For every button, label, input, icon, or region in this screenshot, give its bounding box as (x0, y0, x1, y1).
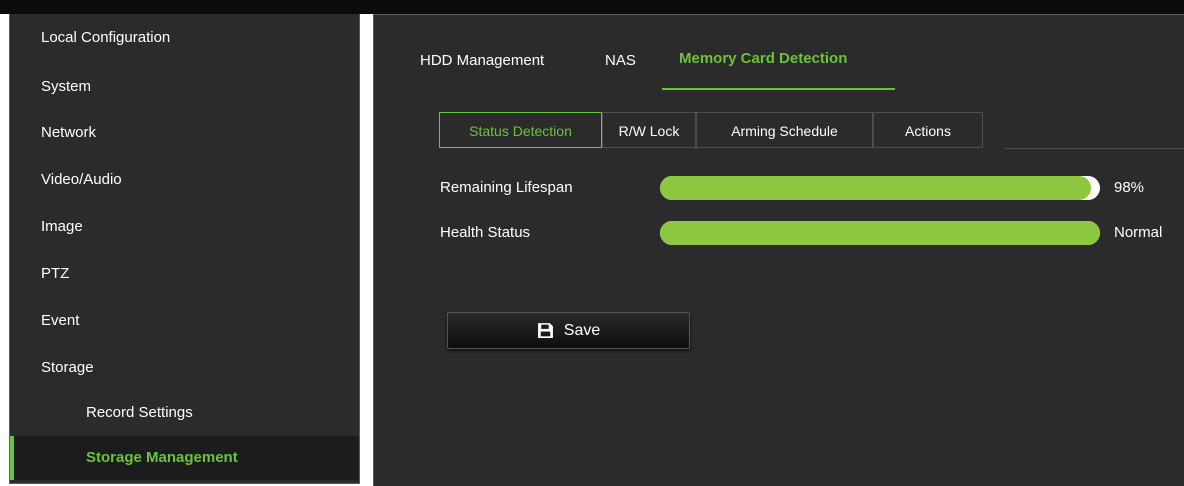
sidebar-item-system[interactable]: System (10, 66, 359, 108)
health-status-value: Normal (1114, 224, 1163, 241)
subtab-rw-lock[interactable]: R/W Lock (602, 112, 696, 148)
subtab-label: R/W Lock (618, 123, 680, 139)
subtab-divider (1005, 148, 1184, 149)
tab-label: NAS (605, 52, 636, 69)
subtab-actions[interactable]: Actions (873, 112, 983, 148)
sidebar-item-storage-management[interactable]: Storage Management (10, 436, 359, 480)
tab-hdd-management[interactable]: HDD Management (420, 15, 544, 90)
subtab-label: Status Detection (469, 123, 572, 139)
sidebar-item-label: Local Configuration (41, 29, 171, 46)
subtab-arming-schedule[interactable]: Arming Schedule (696, 112, 873, 148)
health-status-label: Health Status (440, 224, 531, 241)
sidebar-item-label: Event (41, 312, 80, 329)
sidebar-item-record-settings[interactable]: Record Settings (10, 392, 359, 434)
sidebar-item-label: Image (41, 218, 83, 235)
top-strip (0, 0, 1184, 14)
save-button-label: Save (563, 321, 601, 339)
remaining-lifespan-bar (660, 176, 1100, 200)
save-icon (537, 323, 553, 338)
sidebar-item-label: Storage (41, 359, 94, 376)
sidebar-item-storage[interactable]: Storage (10, 347, 359, 389)
tab-memory-card-detection[interactable]: Memory Card Detection (679, 15, 847, 90)
sidebar: Local Configuration System Network Video… (9, 14, 360, 484)
sidebar-item-local-configuration[interactable]: Local Configuration (10, 17, 359, 61)
health-status-bar-fill (660, 221, 1100, 245)
health-status-bar (660, 221, 1100, 245)
remaining-lifespan-value: 98% (1114, 179, 1145, 196)
tab-nas[interactable]: NAS (605, 15, 636, 90)
save-button[interactable]: Save (447, 312, 690, 349)
sidebar-item-label: Storage Management (86, 449, 238, 466)
subtab-label: Arming Schedule (731, 123, 838, 139)
tab-label: Memory Card Detection (679, 50, 848, 67)
tab-label: HDD Management (420, 52, 545, 69)
sidebar-item-video-audio[interactable]: Video/Audio (10, 159, 359, 201)
sidebar-item-event[interactable]: Event (10, 300, 359, 342)
sidebar-item-label: System (41, 78, 92, 95)
sidebar-item-ptz[interactable]: PTZ (10, 253, 359, 295)
subtab-label: Actions (905, 123, 951, 139)
sidebar-item-label: Network (41, 124, 97, 141)
remaining-lifespan-bar-fill (660, 176, 1092, 200)
sidebar-item-label: Record Settings (86, 404, 193, 421)
subtab-status-detection[interactable]: Status Detection (439, 112, 602, 148)
sidebar-item-image[interactable]: Image (10, 206, 359, 248)
main-panel: HDD Management NAS Memory Card Detection… (373, 14, 1184, 486)
active-tab-indicator (662, 88, 895, 90)
sidebar-item-label: PTZ (41, 265, 70, 282)
sidebar-item-network[interactable]: Network (10, 112, 359, 154)
sidebar-item-label: Video/Audio (41, 171, 122, 188)
remaining-lifespan-label: Remaining Lifespan (440, 179, 573, 196)
